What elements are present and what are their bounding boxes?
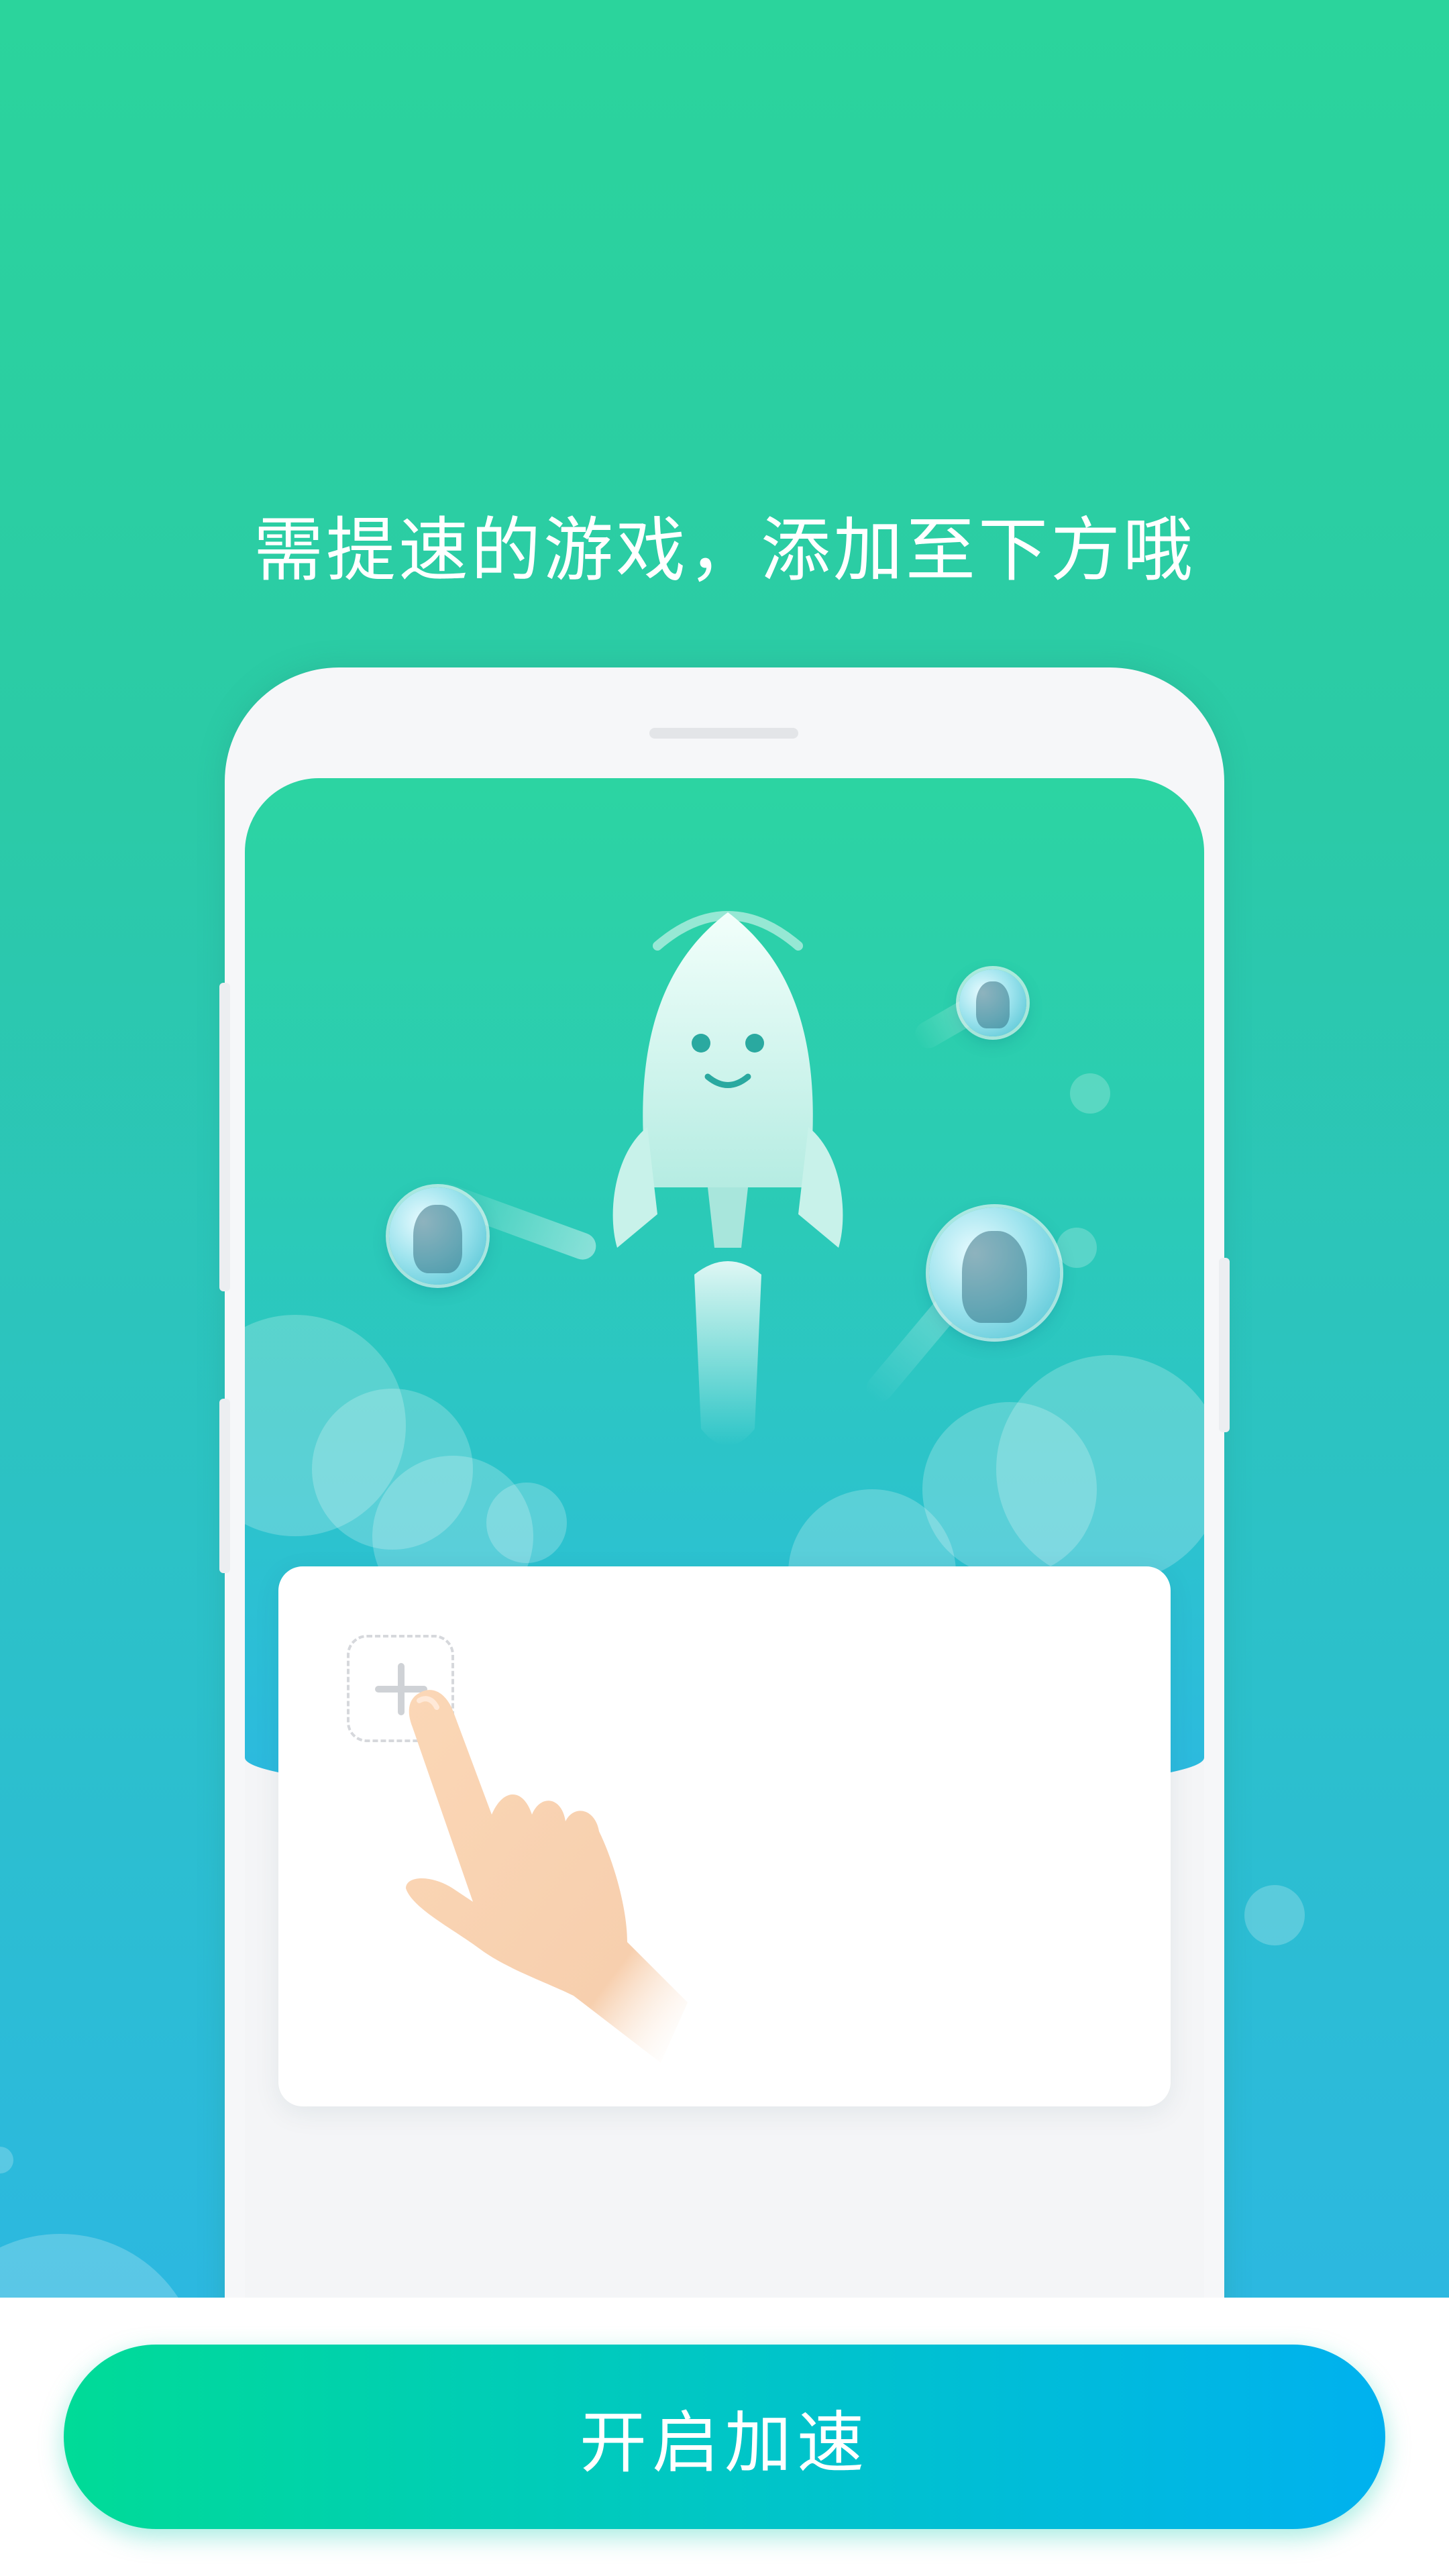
hand-pointer-icon xyxy=(406,1687,714,2063)
phone-screen xyxy=(245,778,1204,2298)
game-character xyxy=(413,1205,462,1273)
phone-side-button xyxy=(1219,1258,1230,1432)
game-character xyxy=(961,1231,1028,1323)
plus-icon xyxy=(398,1663,405,1715)
start-acceleration-label: 开启加速 xyxy=(580,2404,869,2482)
background-bubble xyxy=(1244,1885,1305,1945)
cloud xyxy=(1057,1228,1097,1268)
phone-illustration xyxy=(219,667,1230,2298)
game-avatar-icon xyxy=(389,1187,486,1285)
phone-side-button xyxy=(219,983,230,1291)
phone-speaker xyxy=(649,728,798,739)
cloud xyxy=(1070,1073,1110,1114)
game-list-card xyxy=(278,1566,1171,2106)
phone-side-button xyxy=(219,1399,230,1573)
game-character xyxy=(976,981,1010,1028)
rocket-icon xyxy=(607,899,849,1469)
game-avatar-icon xyxy=(959,969,1026,1036)
start-acceleration-button[interactable]: 开启加速 xyxy=(64,2345,1385,2529)
game-avatar-icon xyxy=(929,1208,1060,1338)
bottom-action-bar: 开启加速 xyxy=(0,2298,1449,2576)
background-bubble xyxy=(0,2147,13,2174)
onboarding-background: 需提速的游戏，添加至下方哦 xyxy=(0,0,1449,2298)
onboarding-headline: 需提速的游戏，添加至下方哦 xyxy=(253,509,1195,591)
cloud xyxy=(486,1483,567,1563)
background-bubble xyxy=(0,2234,201,2298)
